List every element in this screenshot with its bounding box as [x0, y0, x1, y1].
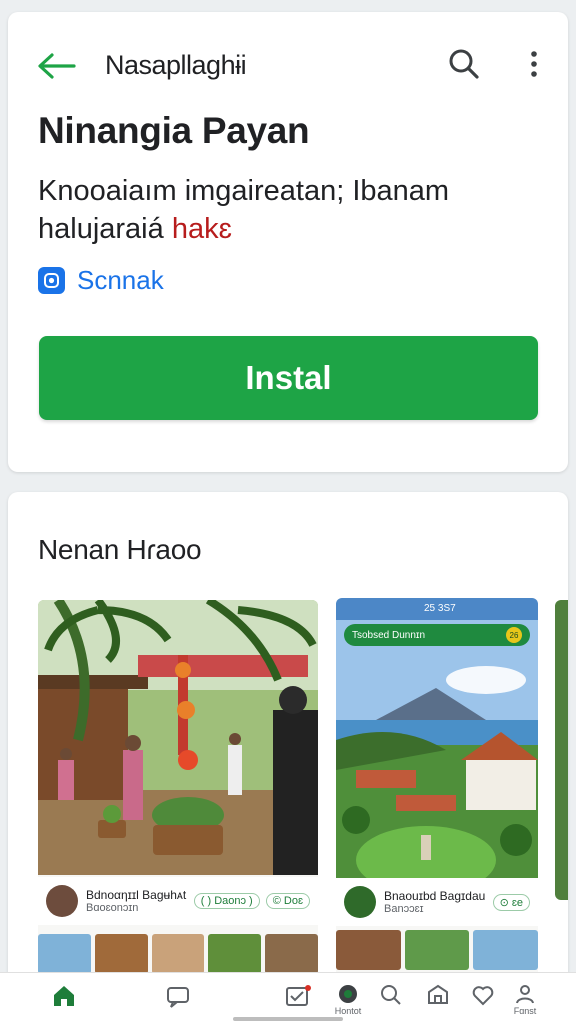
more-options-button[interactable] [516, 46, 552, 82]
avatar [344, 886, 376, 918]
screenshot-2-thumbnails [336, 930, 538, 970]
shot2-sub: Banɔɔɛɪ [384, 903, 424, 915]
app-bar-badge: 26 [506, 627, 522, 643]
description-line2: halujaraiá [38, 213, 172, 245]
search-icon [449, 49, 479, 79]
section-title: Nenan Hɾaoo [38, 534, 202, 565]
description-highlight: hakɛ [171, 213, 232, 245]
developer-name: Scnnak [77, 264, 164, 295]
nav-explore-label: Hontot [334, 1006, 362, 1016]
top-app-bar: Nasapllaghɨi [8, 42, 568, 86]
shot1-chip-2[interactable]: © Doɛ [265, 893, 310, 909]
chat-icon [167, 987, 189, 1008]
library-icon [428, 984, 448, 1004]
screenshot-1-image [38, 600, 318, 875]
app-search-bar[interactable]: Tsobsed Dunnɪn 26 [344, 624, 530, 646]
back-button[interactable] [36, 48, 80, 84]
home-indicator[interactable] [233, 1017, 343, 1021]
thumbnail[interactable] [94, 934, 148, 974]
nav-favorites[interactable] [465, 983, 501, 1023]
nav-profile-label: Fɑnst [513, 1006, 537, 1016]
screenshot-1-thumbnails [38, 934, 318, 974]
screenshots-card: Nenan Hɾaoo Bdnoαηɪɪl Bagʉhᴀt Bɑoɛᴏnɔɪn … [8, 492, 568, 1012]
screenshot-2-info: Bnaouɪbd Bagɪdau Banɔɔɛɪ ⊙ ɛe [336, 878, 538, 926]
topbar-title: Nasapllaghɨi [105, 50, 247, 80]
person-icon [516, 985, 534, 1004]
thumbnail[interactable] [38, 934, 91, 974]
thumbnail[interactable] [336, 930, 401, 970]
app-header-card: Nasapllaghɨi Ninangia Payan Knooaiaım im… [8, 12, 568, 472]
install-button[interactable]: Instal [39, 336, 538, 420]
nav-home[interactable] [46, 983, 82, 1023]
app-description: Knooaiaım imgaireatan; Ibanam halujaraiá… [38, 172, 518, 248]
heart-icon [472, 986, 494, 1006]
app-title: Ninangia Payan [38, 110, 310, 151]
thumbnail[interactable] [473, 930, 538, 970]
developer-icon [38, 266, 65, 294]
more-vert-icon [531, 51, 537, 77]
shot1-chip-1[interactable]: ( ) Daonɔ ) [193, 893, 260, 909]
thumbnail[interactable] [208, 934, 262, 974]
thumbnail[interactable] [404, 930, 470, 970]
search-icon [381, 985, 401, 1005]
shot2-chip[interactable]: ⊙ ɛe [492, 893, 530, 911]
screenshot-2[interactable]: 25 3S7 Tsobsed Dunnɪn 26 Bnaouɪbd Bagɪda… [336, 598, 538, 1012]
description-line1: Knooaiaım imgaireatan; Ibanam [38, 175, 450, 207]
thumbnail[interactable] [151, 934, 205, 974]
screenshot-3-peek[interactable] [555, 600, 568, 900]
shot1-sub: Bɑoɛᴏnɔɪn [86, 902, 139, 914]
screenshot-2-image [336, 620, 538, 920]
nav-search[interactable] [373, 983, 409, 1023]
status-time: 25 3S7 [424, 603, 456, 614]
explore-icon [339, 985, 357, 1003]
app-bar-label: Tsobsed Dunnɪn [352, 629, 426, 641]
developer-link[interactable]: Scnnak [38, 265, 164, 295]
arrow-left-icon [38, 53, 76, 79]
inbox-check-icon [286, 985, 311, 1006]
avatar [46, 885, 78, 917]
phone-status-bar: 25 3S7 [336, 598, 538, 620]
nav-library[interactable] [420, 983, 456, 1023]
screenshot-1[interactable]: Bdnoαηɪɪl Bagʉhᴀt Bɑoɛᴏnɔɪn ( ) Daonɔ ) … [38, 600, 318, 1012]
shot1-name: Bdnoαηɪɪl Bagʉhᴀt [86, 888, 187, 902]
nav-profile[interactable]: Fɑnst [507, 983, 543, 1023]
home-icon [54, 986, 74, 1006]
screenshot-1-info: Bdnoαηɪɪl Bagʉhᴀt Bɑoɛᴏnɔɪn ( ) Daonɔ ) … [38, 877, 318, 925]
nav-chat[interactable] [160, 983, 196, 1023]
search-button[interactable] [446, 46, 482, 82]
shot2-name: Bnaouɪbd Bagɪdau [384, 889, 486, 903]
thumbnail[interactable] [265, 934, 318, 974]
